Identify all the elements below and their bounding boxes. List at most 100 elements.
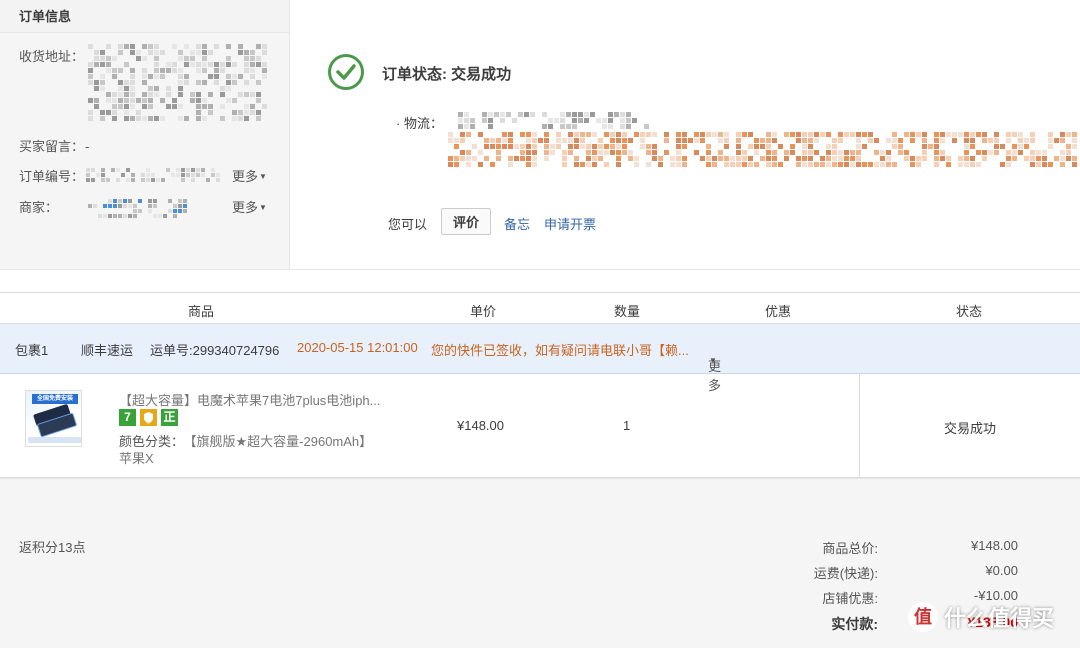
mosaic-block [808,162,813,167]
mosaic-block [790,150,795,155]
mosaic-block [784,150,789,155]
mosaic-block [706,150,711,155]
mosaic-block [496,156,501,161]
mosaic-block [201,173,205,177]
mosaic-block [184,80,189,85]
mosaic-block [1036,162,1041,167]
mosaic-block [178,92,183,97]
mosaic-block [130,44,135,49]
mosaic-block [256,56,261,61]
mosaic-block [154,86,159,91]
mosaic-block [103,214,107,218]
mosaic-block [1060,156,1065,161]
mosaic-block [232,62,237,67]
mosaic-block [718,132,723,137]
mosaic-block [742,156,747,161]
mosaic-block [508,144,513,149]
mosaic-block [96,173,100,177]
mosaic-block [88,74,93,79]
product-title-link[interactable]: 【超大容量】电魔术苹果7电池7plus电池iph... [119,390,394,409]
mosaic-block [706,132,711,137]
mosaic-block [238,74,243,79]
mosaic-block [181,178,185,182]
mosaic-block [658,162,663,167]
package-tracking-number: 运单号:299340724796 [150,343,280,358]
order-number-label: 订单编号： [19,169,85,184]
mosaic-block [850,150,855,155]
mosaic-block [622,144,627,149]
mosaic-block [892,162,897,167]
invoice-link[interactable]: 申请开票 [544,214,596,233]
mosaic-block [910,138,915,143]
mosaic-block [172,62,177,67]
mosaic-block [874,138,879,143]
mosaic-block [183,204,187,208]
mosaic-block [488,118,493,123]
mosaic-block [1012,144,1017,149]
mosaic-block [934,150,939,155]
mosaic-block [844,150,849,155]
mosaic-block [138,199,142,203]
mosaic-block [130,86,135,91]
mosaic-block [526,144,531,149]
mosaic-block [796,132,801,137]
mosaic-block [1060,162,1065,167]
mosaic-block [88,80,93,85]
mosaic-block [166,104,171,109]
mosaic-block [590,112,595,117]
mosaic-block [784,132,789,137]
mosaic-block [460,138,465,143]
mosaic-block [112,110,117,115]
mosaic-block [718,156,723,161]
order-number-more-link[interactable]: 更多▼ [232,166,267,185]
mosaic-block [532,156,537,161]
mosaic-block [802,144,807,149]
mosaic-block [616,138,621,143]
mosaic-block [952,132,957,137]
mosaic-block [226,62,231,67]
mosaic-block [142,116,147,121]
mosaic-block [574,138,579,143]
header-quantity: 数量 [614,304,641,319]
mosaic-block [964,138,969,143]
mosaic-block [136,110,141,115]
rate-button[interactable]: 评价 [441,208,491,235]
mosaic-block [1012,132,1017,137]
mosaic-block [544,156,549,161]
mosaic-block [211,173,215,177]
mosaic-block [112,56,117,61]
mosaic-block [826,156,831,161]
mosaic-block [772,162,777,167]
mosaic-block [682,162,687,167]
mosaic-block [190,62,195,67]
mosaic-block [808,156,813,161]
mosaic-block [211,168,215,172]
mosaic-block [250,62,255,67]
product-variant: 颜色分类： 【旗舰版★超大容量-2960mAh】 [119,431,372,450]
mosaic-block [1066,132,1071,137]
mosaic-block [108,199,112,203]
mosaic-block [106,44,111,49]
mosaic-block [454,156,459,161]
mosaic-block [202,50,207,55]
mosaic-block [484,144,489,149]
product-thumbnail[interactable]: 全国免费安装 [25,390,82,447]
mosaic-block [244,92,249,97]
mosaic-block [616,156,621,161]
mosaic-block [1054,156,1059,161]
mosaic-block [131,173,135,177]
mosaic-block [118,199,122,203]
mosaic-block [856,138,861,143]
mosaic-block [1048,144,1053,149]
mosaic-block [532,150,537,155]
mosaic-block [146,178,150,182]
merchant-more-link[interactable]: 更多▼ [232,197,267,216]
mosaic-block [256,44,261,49]
mosaic-block [622,150,627,155]
mosaic-block [250,50,255,55]
mosaic-block [141,178,145,182]
memo-link[interactable]: 备忘 [504,214,530,233]
mosaic-block [118,50,123,55]
mosaic-block [608,124,613,129]
mosaic-block [86,168,90,172]
